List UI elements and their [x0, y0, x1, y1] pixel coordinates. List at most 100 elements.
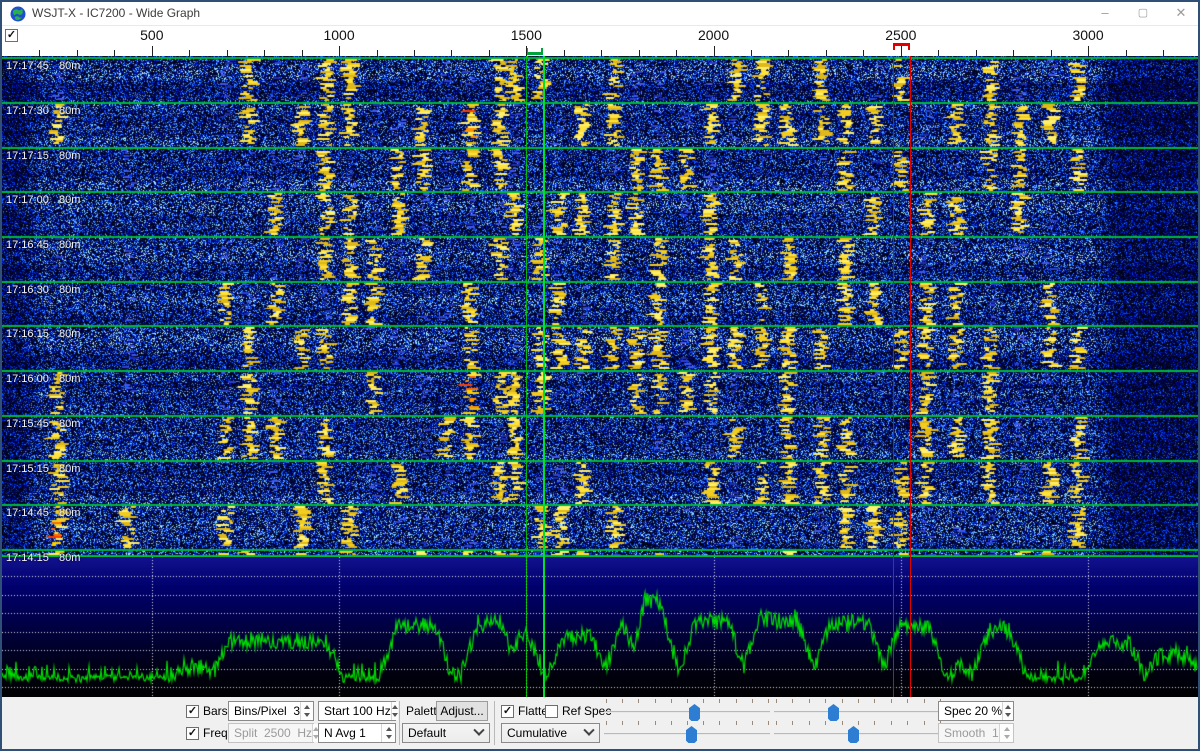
- bars-checkbox-label: Bars: [203, 704, 228, 718]
- bars-checkbox-box[interactable]: ✓: [186, 705, 199, 718]
- spin-arrows[interactable]: [1002, 702, 1013, 720]
- spectrum-gain-slider[interactable]: [604, 721, 770, 743]
- chevron-down-icon: [473, 725, 484, 736]
- n-avg-value: N Avg 1: [319, 726, 381, 740]
- ref-spec-checkbox-box[interactable]: ✓: [545, 705, 558, 718]
- spin-arrows: [999, 724, 1013, 742]
- bins-per-pixel-spinbox[interactable]: Bins/Pixel 3: [228, 701, 314, 721]
- band-label: 80m: [59, 239, 80, 251]
- scale-corner-checkbox[interactable]: ✓: [5, 29, 18, 42]
- spin-arrows[interactable]: [300, 702, 313, 720]
- timestamp-text: 17:16:15: [6, 328, 49, 340]
- timestamp-text: 17:15:45: [6, 418, 49, 430]
- smooth-spinbox: Smooth 1: [938, 723, 1014, 743]
- waterfall-timestamp: 17:16:3080m: [6, 284, 49, 296]
- window-title: WSJT-X - IC7200 - Wide Graph: [32, 6, 200, 20]
- scale-major-tick: [901, 46, 902, 56]
- waterfall-gain-slider[interactable]: [604, 699, 770, 721]
- split-spinbox: Split 2500 Hz: [228, 723, 314, 743]
- waterfall-timestamp: 17:17:0080m: [6, 194, 49, 206]
- slider-track[interactable]: [774, 711, 942, 713]
- palette-select[interactable]: Default: [402, 723, 490, 743]
- mode-select-value: Cumulative: [502, 726, 585, 740]
- timestamp-text: 17:14:45: [6, 507, 49, 519]
- timestamp-text: 17:17:15: [6, 150, 49, 162]
- chevron-down-icon: [583, 725, 594, 736]
- bars-checkbox[interactable]: ✓ Bars: [186, 701, 228, 721]
- freq-checkbox-box[interactable]: ✓: [186, 727, 199, 740]
- slider-ticks: [776, 699, 940, 703]
- frequency-scale[interactable]: ✓ 50010001500200025003000: [2, 26, 1198, 56]
- palette-select-value: Default: [403, 726, 475, 740]
- maximize-button[interactable]: ▢: [1126, 2, 1160, 26]
- ref-spec-checkbox[interactable]: ✓ Ref Spec: [545, 701, 611, 721]
- adjust-button[interactable]: Adjust...: [436, 701, 488, 721]
- band-label: 80m: [59, 60, 80, 72]
- waterfall-timestamp: 17:17:1580m: [6, 150, 49, 162]
- timestamp-text: 17:14:15: [6, 552, 49, 564]
- waterfall-display[interactable]: [2, 56, 1198, 557]
- scale-major-tick: [1088, 46, 1089, 56]
- band-label: 80m: [59, 507, 80, 519]
- close-button[interactable]: ✕: [1164, 2, 1198, 26]
- scale-major-tick: [152, 46, 153, 56]
- timestamp-text: 17:17:30: [6, 105, 49, 117]
- timestamp-text: 17:16:30: [6, 284, 49, 296]
- n-avg-spinbox[interactable]: N Avg 1: [318, 723, 396, 743]
- flatten-checkbox-box[interactable]: ✓: [501, 705, 514, 718]
- waterfall-timestamp: 17:16:1580m: [6, 328, 49, 340]
- waterfall-timestamp: 17:16:4580m: [6, 239, 49, 251]
- tx-frequency-line: [893, 56, 894, 697]
- waterfall-zero-slider[interactable]: [774, 699, 942, 721]
- scale-frequency-label: 1500: [511, 27, 542, 43]
- waterfall-timestamp: 17:15:4580m: [6, 418, 49, 430]
- start-frequency-value: Start 100 Hz: [319, 704, 391, 718]
- band-label: 80m: [59, 194, 80, 206]
- rx-frequency-line: [543, 56, 545, 697]
- start-frequency-spinbox[interactable]: Start 100 Hz: [318, 701, 396, 721]
- tx-frequency-line: [910, 56, 911, 697]
- separator: [399, 701, 400, 745]
- slider-thumb[interactable]: [689, 704, 700, 721]
- spec-percent-spinbox[interactable]: Spec 20 %: [938, 701, 1014, 721]
- freq-checkbox-label: Freq: [203, 726, 228, 740]
- band-label: 80m: [59, 150, 80, 162]
- rx-frequency-bracket: [526, 48, 543, 55]
- wsjtx-app-icon: [10, 6, 26, 22]
- separator: [494, 701, 495, 745]
- minimize-button[interactable]: –: [1088, 2, 1122, 26]
- timestamp-text: 17:16:45: [6, 239, 49, 251]
- wide-graph-window: WSJT-X - IC7200 - Wide Graph – ▢ ✕ ✓ 500…: [0, 0, 1200, 751]
- scale-frequency-label: 1000: [323, 27, 354, 43]
- rx-frequency-line: [526, 56, 527, 697]
- scale-major-tick: [714, 46, 715, 56]
- title-bar[interactable]: WSJT-X - IC7200 - Wide Graph – ▢ ✕: [2, 2, 1198, 26]
- timestamp-text: 17:15:15: [6, 463, 49, 475]
- mode-select[interactable]: Cumulative: [501, 723, 600, 743]
- slider-thumb[interactable]: [828, 704, 839, 721]
- band-label: 80m: [59, 373, 80, 385]
- spin-arrows[interactable]: [391, 702, 398, 720]
- spectrum-zero-slider[interactable]: [774, 721, 942, 743]
- split-value: Split 2500 Hz: [229, 726, 312, 740]
- scale-frequency-label: 500: [140, 27, 163, 43]
- slider-ticks: [606, 699, 768, 703]
- slider-thumb[interactable]: [848, 726, 859, 743]
- control-bar: ✓ Bars ✓ Freq Bins/Pixel 3 Start 100 Hz …: [2, 697, 1198, 749]
- slider-track[interactable]: [604, 711, 770, 713]
- timestamp-text: 17:16:00: [6, 373, 49, 385]
- waterfall-timestamp: 17:14:1580m: [6, 552, 49, 564]
- freq-checkbox[interactable]: ✓ Freq: [186, 723, 228, 743]
- spectrum-display[interactable]: [2, 557, 1198, 697]
- waterfall-timestamp: 17:15:1580m: [6, 463, 49, 475]
- band-label: 80m: [59, 105, 80, 117]
- scale-frequency-label: 2000: [698, 27, 729, 43]
- slider-thumb[interactable]: [686, 726, 697, 743]
- waterfall-and-spectrum: 17:17:4580m17:17:3080m17:17:1580m17:17:0…: [2, 56, 1198, 697]
- spin-arrows[interactable]: [381, 724, 395, 742]
- band-label: 80m: [59, 552, 80, 564]
- band-label: 80m: [59, 418, 80, 430]
- slider-ticks: [776, 721, 940, 725]
- waterfall-timestamp: 17:14:4580m: [6, 507, 49, 519]
- band-label: 80m: [59, 328, 80, 340]
